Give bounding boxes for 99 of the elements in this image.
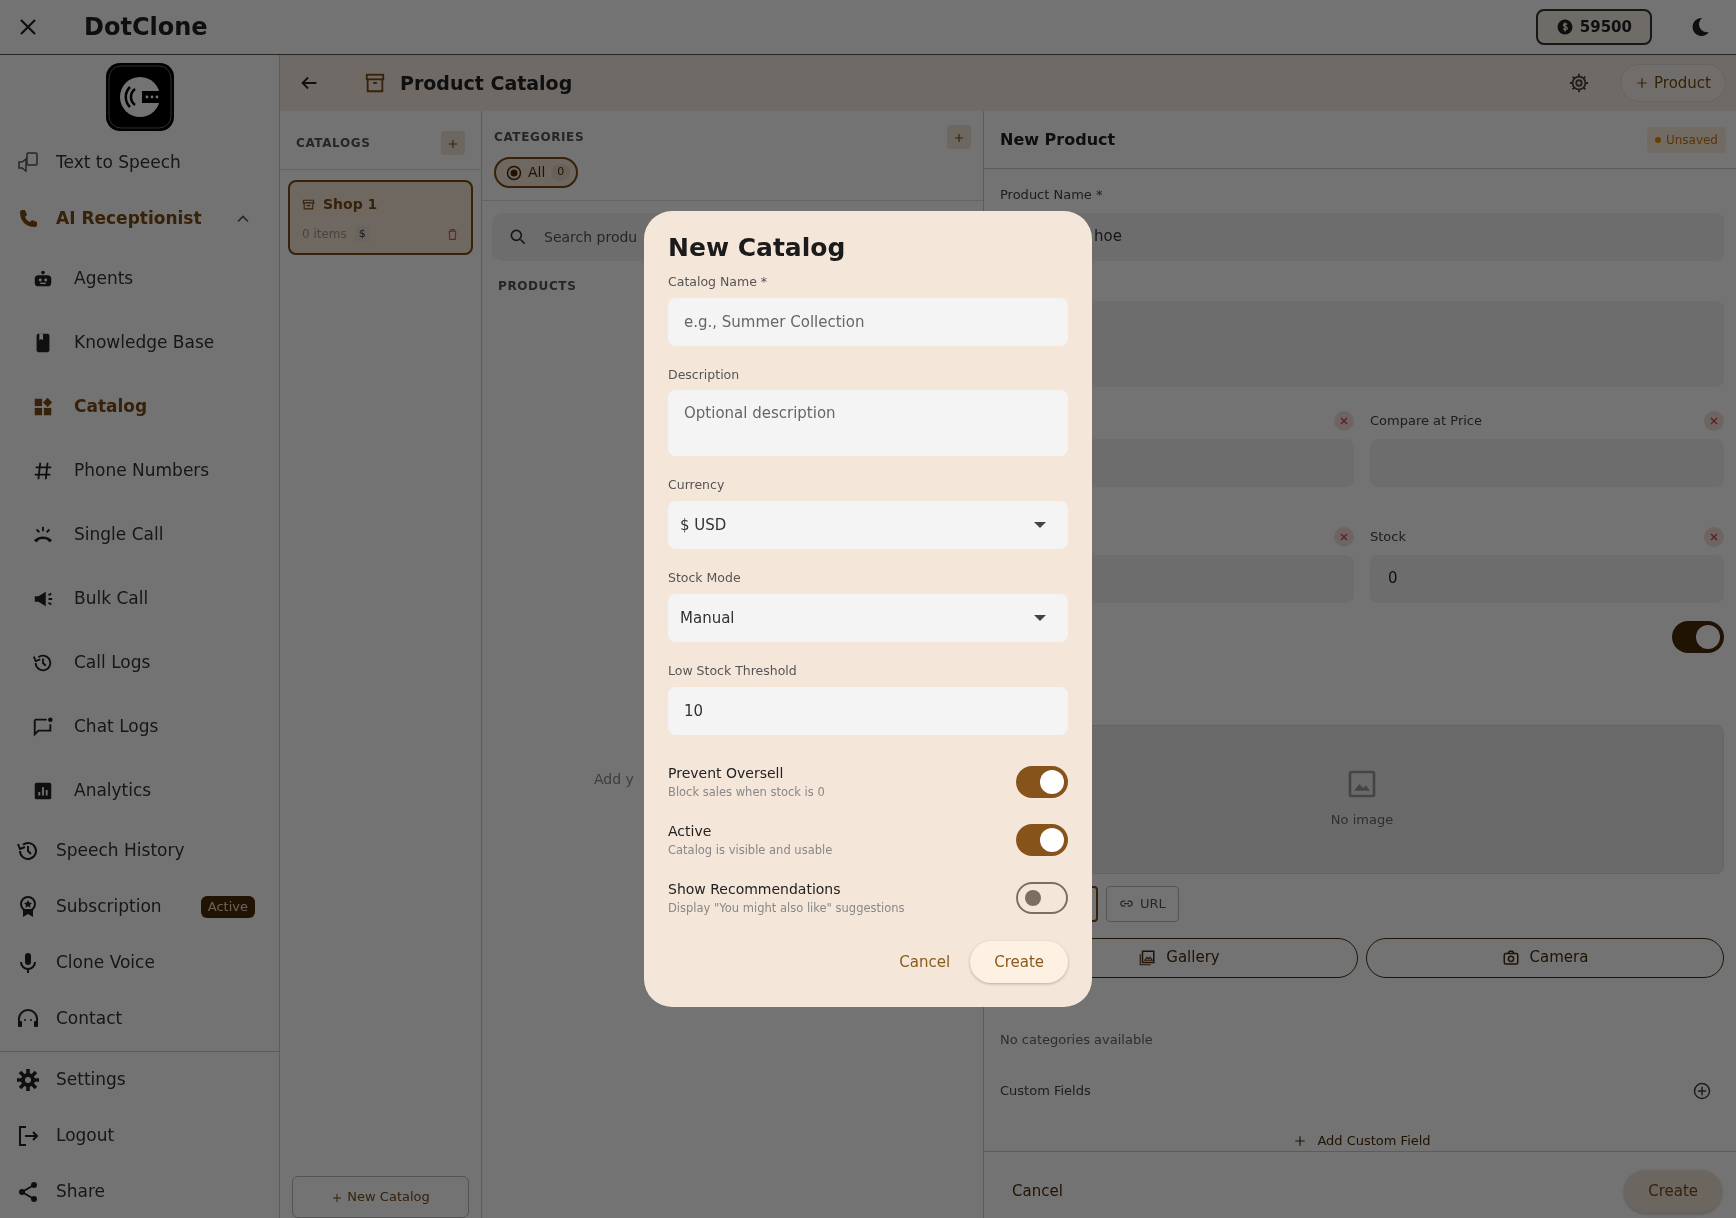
- field-label: Low Stock Threshold: [668, 661, 798, 680]
- sidebar-item[interactable]: Share: [0, 1164, 279, 1218]
- logout-icon: [16, 1124, 40, 1148]
- clear-button[interactable]: [1704, 526, 1724, 547]
- section-heading: PRODUCTS: [497, 278, 578, 295]
- plus-icon: [1293, 1133, 1308, 1148]
- field-label: Stock: [1370, 527, 1406, 546]
- grid-icon: [32, 396, 54, 418]
- share-icon: [16, 1180, 40, 1204]
- sidebar-item[interactable]: Call Logs: [0, 631, 279, 695]
- caret-icon: [1034, 614, 1046, 621]
- section-heading: CATALOGS: [296, 135, 371, 152]
- sidebar-item[interactable]: Analytics: [0, 759, 279, 823]
- status-badge: Unsaved: [1646, 126, 1726, 153]
- add-custom-field-button[interactable]: Add Custom Field: [1293, 1131, 1431, 1151]
- trash-icon[interactable]: [446, 227, 459, 241]
- text-area[interactable]: Optional description: [668, 390, 1068, 457]
- status-dot: [1654, 136, 1661, 143]
- field-label: Description: [668, 365, 741, 384]
- clear-button[interactable]: [1704, 410, 1724, 431]
- add-button[interactable]: [441, 131, 465, 155]
- sidebar-item[interactable]: Agents: [0, 247, 279, 311]
- empty-message: No categories available: [1000, 1031, 1153, 1047]
- add-circle-icon[interactable]: [1692, 1081, 1712, 1101]
- sidebar-item[interactable]: Speech History: [0, 823, 279, 879]
- field-label: Compare at Price: [1370, 411, 1482, 430]
- clear-button[interactable]: [1334, 410, 1354, 431]
- caret-icon: [1034, 522, 1046, 529]
- sidebar-item[interactable]: Chat Logs: [0, 695, 279, 759]
- search-icon: [508, 227, 528, 247]
- hash-icon: [32, 460, 54, 482]
- toggle-switch[interactable]: [1016, 823, 1068, 856]
- status-badge: Active: [200, 896, 255, 918]
- sidebar-item[interactable]: AI Receptionist: [0, 191, 279, 247]
- plus-icon: [331, 1191, 344, 1204]
- select-field[interactable]: $ USD: [668, 501, 1068, 550]
- sidebar-item[interactable]: Single Call: [0, 503, 279, 567]
- sidebar-item[interactable]: Text to Speech: [0, 135, 279, 191]
- logo-icon: [103, 61, 176, 133]
- toggle-label: Prevent Oversell: [668, 763, 785, 783]
- camera-icon: [1501, 948, 1520, 967]
- history-icon: [16, 839, 40, 863]
- count-badge: 0: [551, 164, 571, 181]
- credits-button[interactable]: 59500: [1535, 8, 1652, 46]
- settings-icon[interactable]: [1568, 72, 1591, 94]
- sidebar-item[interactable]: Settings: [0, 1052, 279, 1108]
- radio-icon: [506, 164, 522, 181]
- toggle-label: Show Recommendations: [668, 879, 842, 899]
- sidebar-item[interactable]: Catalog: [0, 375, 279, 439]
- dialog-title: New Catalog: [668, 232, 847, 263]
- field-label: Stock Mode: [668, 569, 742, 588]
- cancel-button[interactable]: Cancel: [1000, 1172, 1075, 1211]
- sidebar-item[interactable]: Phone Numbers: [0, 439, 279, 503]
- plus-icon: [1635, 76, 1650, 91]
- store-icon: [302, 198, 315, 211]
- toggle-label: Active: [668, 821, 713, 841]
- select-field[interactable]: Manual: [668, 593, 1068, 642]
- sidebar-item[interactable]: Clone Voice: [0, 935, 279, 991]
- settings-icon: [16, 1068, 40, 1092]
- category-chip[interactable]: All 0: [494, 157, 579, 188]
- add-product-button[interactable]: Product: [1620, 63, 1726, 103]
- input-field[interactable]: 0: [1370, 554, 1724, 603]
- toggle-description: Display "You might also like" suggestions: [668, 899, 905, 917]
- sidebar-item[interactable]: Logout: [0, 1108, 279, 1164]
- gallery-icon: [1138, 948, 1157, 967]
- toggle-description: Catalog is visible and usable: [668, 841, 833, 859]
- new-catalog-button[interactable]: New Catalog: [292, 1176, 469, 1218]
- sidebar-item[interactable]: Knowledge Base: [0, 311, 279, 375]
- field-label: Currency: [668, 476, 726, 495]
- cancel-button[interactable]: Cancel: [887, 942, 963, 982]
- field-label: Catalog Name *: [668, 272, 769, 291]
- toggle-switch[interactable]: [1672, 620, 1724, 653]
- sidebar-item[interactable]: Bulk Call: [0, 567, 279, 631]
- toggle-description: Block sales when stock is 0: [668, 783, 825, 801]
- add-button[interactable]: [947, 125, 971, 149]
- section-heading: CATEGORIES: [494, 129, 585, 146]
- document-speaker-icon: [16, 151, 40, 175]
- sidebar-item[interactable]: Subscription Active: [0, 879, 279, 935]
- catalog-name: Shop 1: [323, 195, 378, 214]
- toggle-switch[interactable]: [1016, 765, 1068, 798]
- clear-button[interactable]: [1334, 526, 1354, 547]
- currency-tag: $: [354, 225, 370, 243]
- input-field[interactable]: e.g., Summer Collection: [668, 297, 1068, 346]
- input-field[interactable]: 10: [668, 686, 1068, 735]
- section-label: Custom Fields: [1000, 1082, 1091, 1101]
- panel-title: New Product: [1000, 128, 1116, 151]
- page-title: Product Catalog: [400, 70, 573, 96]
- history-icon: [32, 652, 54, 674]
- field-label: Product Name *: [1000, 186, 1104, 204]
- coin-icon: [1555, 18, 1574, 36]
- create-button[interactable]: Create: [970, 940, 1068, 984]
- chart-icon: [32, 780, 54, 802]
- create-button[interactable]: Create: [1624, 1170, 1722, 1213]
- source-button[interactable]: URL: [1106, 885, 1179, 922]
- app-title: DotClone: [84, 12, 208, 43]
- archive-icon: [364, 72, 386, 94]
- chat-icon: [32, 716, 54, 738]
- toggle-switch[interactable]: [1016, 881, 1068, 914]
- sidebar-item[interactable]: Contact: [0, 991, 279, 1047]
